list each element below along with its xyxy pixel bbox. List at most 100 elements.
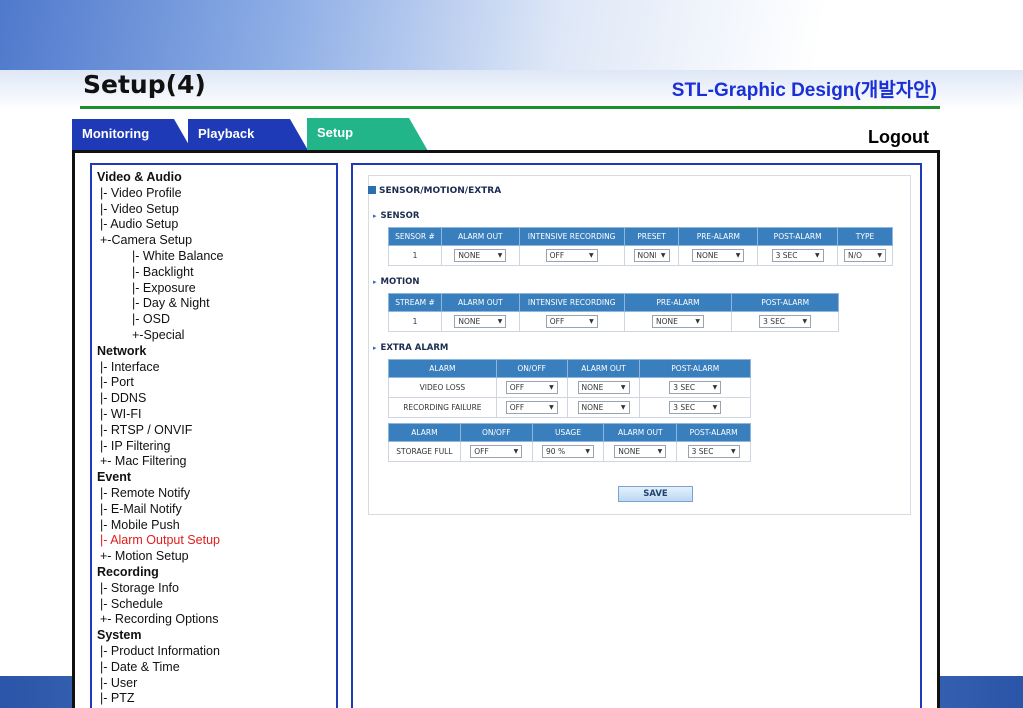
table-row: 1 NONE ▼ OFF ▼ NONE ▼ 3 SEC ▼ xyxy=(388,311,839,332)
nav-item[interactable]: +- Mac Filtering xyxy=(97,454,336,470)
nav-item[interactable]: +- Recording Options xyxy=(97,612,336,628)
main-tabs: Monitoring Playback Setup xyxy=(72,118,932,153)
nav-item[interactable]: |- OSD xyxy=(97,312,336,328)
tab-monitoring[interactable]: Monitoring xyxy=(72,119,193,152)
caret-down-icon: ▼ xyxy=(497,252,503,259)
table-header-row: STREAM # ALARM OUT INTENSIVE RECORDING P… xyxy=(388,293,839,312)
select-value: 3 SEC xyxy=(763,317,786,326)
select-value: NONE xyxy=(637,251,656,260)
nav-item[interactable]: |- User xyxy=(97,676,336,692)
col-header: TYPE xyxy=(837,227,893,246)
section-title-text: SENSOR/MOTION/EXTRA xyxy=(379,186,502,196)
nav-item[interactable]: |- Day & Night xyxy=(97,296,336,312)
type-select[interactable]: N/O ▼ xyxy=(844,249,887,262)
post-alarm-select[interactable]: 3 SEC ▼ xyxy=(669,381,722,394)
motion-heading-text: MOTION xyxy=(380,277,420,287)
caret-down-icon: ▼ xyxy=(513,448,519,455)
caret-down-icon: ▼ xyxy=(730,448,736,455)
alarm-out-select[interactable]: NONE ▼ xyxy=(577,401,630,414)
table-row: 1 NONE ▼ OFF ▼ NONE ▼ NONE ▼ 3 SEC ▼ N/O ▼ xyxy=(388,245,893,266)
nav-item[interactable]: |- RTSP / ONVIF xyxy=(97,423,336,439)
on-off-select[interactable]: OFF ▼ xyxy=(505,381,558,394)
nav-item[interactable]: |- Audio Setup xyxy=(97,217,336,233)
extra-alarm-heading: ▸ EXTRA ALARM xyxy=(373,343,448,353)
motion-table: STREAM # ALARM OUT INTENSIVE RECORDING P… xyxy=(388,293,839,332)
title-rule xyxy=(80,106,940,109)
col-header: POST-ALARM xyxy=(731,293,839,312)
col-header: PRESET xyxy=(623,227,680,246)
post-alarm-select[interactable]: 3 SEC ▼ xyxy=(759,315,812,328)
nav-item[interactable]: |- E-Mail Notify xyxy=(97,502,336,518)
select-value: OFF xyxy=(509,383,525,392)
nav-item[interactable]: |- IP Filtering xyxy=(97,439,336,455)
nav-item[interactable]: |- Mobile Push xyxy=(97,518,336,534)
caret-down-icon: ▼ xyxy=(695,318,700,325)
usage-select[interactable]: 90 % ▼ xyxy=(542,445,595,458)
on-off-select[interactable]: OFF ▼ xyxy=(505,401,558,414)
logout-link[interactable]: Logout xyxy=(868,127,929,148)
col-header: POST-ALARM xyxy=(639,359,751,378)
col-header: INTENSIVE RECORDING xyxy=(518,227,625,246)
nav-item[interactable]: |- WI-FI xyxy=(97,407,336,423)
nav-item[interactable]: |- Port xyxy=(97,375,336,391)
nav-item[interactable]: |- Date & Time xyxy=(97,660,336,676)
slide-subtitle: STL-Graphic Design(개발자안) xyxy=(671,80,937,101)
nav-item[interactable]: |- Interface xyxy=(97,360,336,376)
storage-alarm-table: ALARM ON/OFF USAGE ALARM OUT POST-ALARM … xyxy=(388,423,751,462)
on-off-select[interactable]: OFF ▼ xyxy=(470,445,523,458)
alarm-out-select[interactable]: NONE ▼ xyxy=(454,315,507,328)
select-value: 3 SEC xyxy=(691,447,714,456)
caret-down-icon: ▼ xyxy=(712,384,718,391)
nav-item[interactable]: |- Remote Notify xyxy=(97,486,336,502)
post-alarm-select[interactable]: 3 SEC ▼ xyxy=(687,445,740,458)
pre-alarm-select[interactable]: NONE ▼ xyxy=(692,249,745,262)
nav-item[interactable]: |- Schedule xyxy=(97,597,336,613)
nav-item[interactable]: |- Video Profile xyxy=(97,186,336,202)
nav-item[interactable]: |- DDNS xyxy=(97,391,336,407)
post-alarm-select[interactable]: 3 SEC ▼ xyxy=(771,249,824,262)
extra-alarm-heading-text: EXTRA ALARM xyxy=(380,343,449,353)
triangle-right-icon: ▸ xyxy=(373,278,377,286)
select-value: NONE xyxy=(581,383,604,392)
preset-select[interactable]: NONE ▼ xyxy=(633,249,670,262)
nav-group-heading[interactable]: Network xyxy=(97,344,336,360)
tab-corner xyxy=(409,118,428,151)
pre-alarm-select[interactable]: NONE ▼ xyxy=(652,315,704,328)
tab-playback[interactable]: Playback xyxy=(188,119,309,152)
triangle-right-icon: ▸ xyxy=(373,344,377,352)
triangle-right-icon: ▸ xyxy=(373,212,377,220)
col-header: ON/OFF xyxy=(495,359,568,378)
settings-form: SENSOR/MOTION/EXTRA ▸ SENSOR SENSOR # ALA… xyxy=(368,175,911,515)
caret-down-icon: ▼ xyxy=(589,252,594,259)
nav-item[interactable]: |- Alarm Output Setup xyxy=(97,533,336,549)
alarm-out-select[interactable]: NONE ▼ xyxy=(614,445,667,458)
nav-group-heading[interactable]: Event xyxy=(97,470,336,486)
save-button[interactable]: SAVE xyxy=(618,486,693,502)
col-header: POST-ALARM xyxy=(757,227,839,246)
post-alarm-select[interactable]: 3 SEC ▼ xyxy=(669,401,722,414)
motion-heading: ▸ MOTION xyxy=(373,277,420,287)
intensive-recording-select[interactable]: OFF ▼ xyxy=(545,249,598,262)
nav-item[interactable]: |- Exposure xyxy=(97,281,336,297)
caret-down-icon: ▼ xyxy=(657,448,663,455)
nav-item[interactable]: |- Video Setup xyxy=(97,202,336,218)
nav-item[interactable]: |- Backlight xyxy=(97,265,336,281)
nav-item[interactable]: |- PTZ xyxy=(97,691,336,707)
nav-item[interactable]: +- Motion Setup xyxy=(97,549,336,565)
nav-item[interactable]: |- Storage Info xyxy=(97,581,336,597)
extra-alarm-table: ALARM ON/OFF ALARM OUT POST-ALARM VIDEO … xyxy=(388,359,751,418)
tab-setup[interactable]: Setup xyxy=(307,118,428,151)
select-value: NONE xyxy=(656,317,678,326)
alarm-out-select[interactable]: NONE ▼ xyxy=(454,249,507,262)
alarm-out-select[interactable]: NONE ▼ xyxy=(577,381,630,394)
nav-group-heading[interactable]: Video & Audio xyxy=(97,170,336,186)
nav-item[interactable]: +-Camera Setup xyxy=(97,233,336,249)
col-header: ON/OFF xyxy=(459,423,533,442)
nav-item[interactable]: |- Product Information xyxy=(97,644,336,660)
nav-item[interactable]: |- White Balance xyxy=(97,249,336,265)
nav-item[interactable]: +-Special xyxy=(97,328,336,344)
select-value: NONE xyxy=(696,251,719,260)
nav-group-heading[interactable]: System xyxy=(97,628,336,644)
intensive-recording-select[interactable]: OFF ▼ xyxy=(545,315,598,328)
nav-group-heading[interactable]: Recording xyxy=(97,565,336,581)
